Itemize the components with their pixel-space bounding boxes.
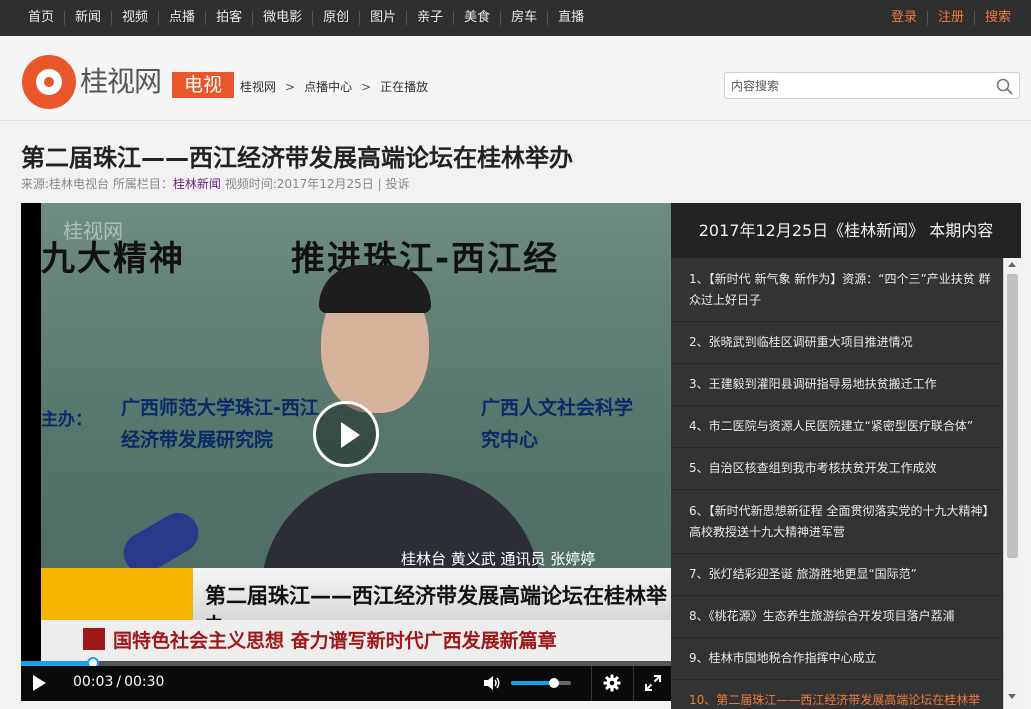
playlist-item[interactable]: 8、《桃花源》生态养生旅游综合开发项目落户荔浦 [671, 596, 1003, 638]
search-input[interactable] [731, 77, 993, 95]
search-link[interactable]: 搜索 [973, 11, 1021, 25]
nav-pictures[interactable]: 图片 [359, 11, 406, 25]
time-separator: / [116, 674, 122, 690]
playlist-item[interactable]: 6、【新时代新思想新征程 全面贯彻落实党的十九大精神】高校教授送十九大精神进军营 [671, 490, 1003, 554]
backdrop-organizer-line: 经济带发展研究院 [121, 429, 274, 451]
playlist-item[interactable]: 9、桂林市国地税合作指挥中心成立 [671, 638, 1003, 680]
nav-housing-cars[interactable]: 房车 [500, 11, 547, 25]
scrollbar-thumb[interactable] [1007, 274, 1018, 558]
scroll-down-arrow-icon[interactable] [1008, 694, 1016, 699]
fullscreen-icon[interactable] [645, 675, 661, 691]
playlist-item[interactable]: 2、张晓武到临桂区调研重大项目推进情况 [671, 322, 1003, 364]
volume-icon[interactable] [483, 675, 501, 691]
site-header: 桂视网 电视 桂视网 > 点播中心 > 正在播放 [0, 36, 1031, 121]
playlist-item[interactable]: 1、【新时代 新气象 新作为】资源：“四个三”产业扶贫 群众过上好日子 [671, 258, 1003, 322]
news-ticker: 国特色社会主义思想 奋力谱写新时代广西发展新篇章 [113, 630, 557, 652]
play-icon [341, 422, 360, 448]
playlist-header: 2017年12月25日《桂林新闻》 本期内容 [671, 203, 1021, 258]
backdrop-organizer-label: 主办： [41, 410, 92, 430]
playlist-scrollbar[interactable] [1003, 258, 1021, 709]
nav-vod[interactable]: 点播 [158, 11, 205, 25]
duration: 00:30 [124, 674, 165, 690]
playlist-item[interactable]: 3、王建毅到灌阳县调研指导易地扶贫搬迁工作 [671, 364, 1003, 406]
volume-handle[interactable] [549, 678, 559, 688]
breadcrumb-home[interactable]: 桂视网 [240, 78, 276, 95]
backdrop-organizer-line: 广西人文社会科学 [481, 397, 634, 419]
login-link[interactable]: 登录 [881, 11, 927, 25]
backdrop-organizer-line: 究中心 [481, 429, 539, 451]
page-title: 第二届珠江——西江经济带发展高端论坛在桂林举办 [21, 144, 573, 172]
top-nav: 首页 新闻 视频 点播 拍客 微电影 原创 图片 亲子 美食 房车 直播 登录 … [0, 0, 1031, 36]
nav-microfilm[interactable]: 微电影 [252, 11, 312, 25]
nav-live[interactable]: 直播 [547, 11, 594, 25]
backdrop-organizer-line: 广西师范大学珠江-西江 [121, 397, 319, 419]
search-box [724, 72, 1020, 99]
time-display: 00:03/00:30 [73, 674, 164, 690]
play-icon[interactable] [33, 675, 46, 691]
nav-news[interactable]: 新闻 [64, 11, 111, 25]
breadcrumb-separator: > [361, 79, 372, 94]
logo-icon[interactable] [22, 55, 76, 109]
nav-parenting[interactable]: 亲子 [406, 11, 453, 25]
video-meta: 来源:桂林电视台 所属栏目：桂林新闻 视频时间:2017年12月25日 | 投诉 [21, 177, 410, 191]
big-play-button[interactable] [313, 401, 379, 467]
backdrop-slogan-right: 推进珠江-西江经 [291, 239, 560, 279]
meta-source: 来源:桂林电视台 所属栏目： [21, 177, 173, 191]
episode-playlist: 2017年12月25日《桂林新闻》 本期内容 1、【新时代 新气象 新作为】资源… [671, 203, 1021, 709]
breadcrumb-separator: > [285, 79, 296, 94]
top-nav-left: 首页 新闻 视频 点播 拍客 微电影 原创 图片 亲子 美食 房车 直播 [18, 0, 594, 36]
gear-icon[interactable] [603, 674, 621, 692]
search-icon[interactable] [996, 78, 1013, 95]
playlist-item[interactable]: 4、市二医院与资源人民医院建立“紧密型医疗联合体” [671, 406, 1003, 448]
nav-original[interactable]: 原创 [312, 11, 359, 25]
breadcrumb-vod-center[interactable]: 点播中心 [304, 78, 352, 95]
meta-column-link[interactable]: 桂林新闻 [173, 177, 221, 191]
current-time: 00:03 [73, 674, 114, 690]
meta-time: 视频时间:2017年12月25日 | [220, 177, 386, 191]
breadcrumb: 桂视网 > 点播中心 > 正在播放 [240, 78, 428, 95]
player-controls: 00:03/00:30 [21, 666, 671, 701]
nav-food[interactable]: 美食 [453, 11, 500, 25]
playlist-item[interactable]: 7、张灯结彩迎圣诞 旅游胜地更显“国际范” [671, 554, 1003, 596]
nav-home[interactable]: 首页 [18, 11, 64, 25]
tv-badge[interactable]: 电视 [172, 72, 234, 98]
backdrop-slogan-left: 九大精神 [41, 239, 185, 279]
playlist-item[interactable]: 5、自治区核查组到我市考核扶贫开发工作成效 [671, 448, 1003, 490]
playlist-item-active[interactable]: 10、第二届珠江——西江经济带发展高端论坛在桂林举 [671, 680, 1003, 709]
volume-slider-fill [511, 681, 554, 685]
video-player[interactable]: 桂视网 九大精神 推进珠江-西江经 主办： 广西师范大学珠江-西江 经济带发展研… [21, 203, 671, 701]
nav-video[interactable]: 视频 [111, 11, 158, 25]
reporter-credit: 桂林台 黄义武 通讯员 张婷婷 [401, 550, 596, 568]
report-link[interactable]: 投诉 [385, 177, 409, 191]
breadcrumb-current: 正在播放 [380, 80, 429, 94]
nav-paike[interactable]: 拍客 [205, 11, 252, 25]
playlist-items: 1、【新时代 新气象 新作为】资源：“四个三”产业扶贫 群众过上好日子 2、张晓… [671, 258, 1003, 709]
logo-text[interactable]: 桂视网 [80, 66, 162, 98]
top-nav-right: 登录 注册 搜索 [881, 0, 1021, 36]
scroll-up-arrow-icon[interactable] [1008, 262, 1016, 267]
register-link[interactable]: 注册 [926, 11, 974, 25]
